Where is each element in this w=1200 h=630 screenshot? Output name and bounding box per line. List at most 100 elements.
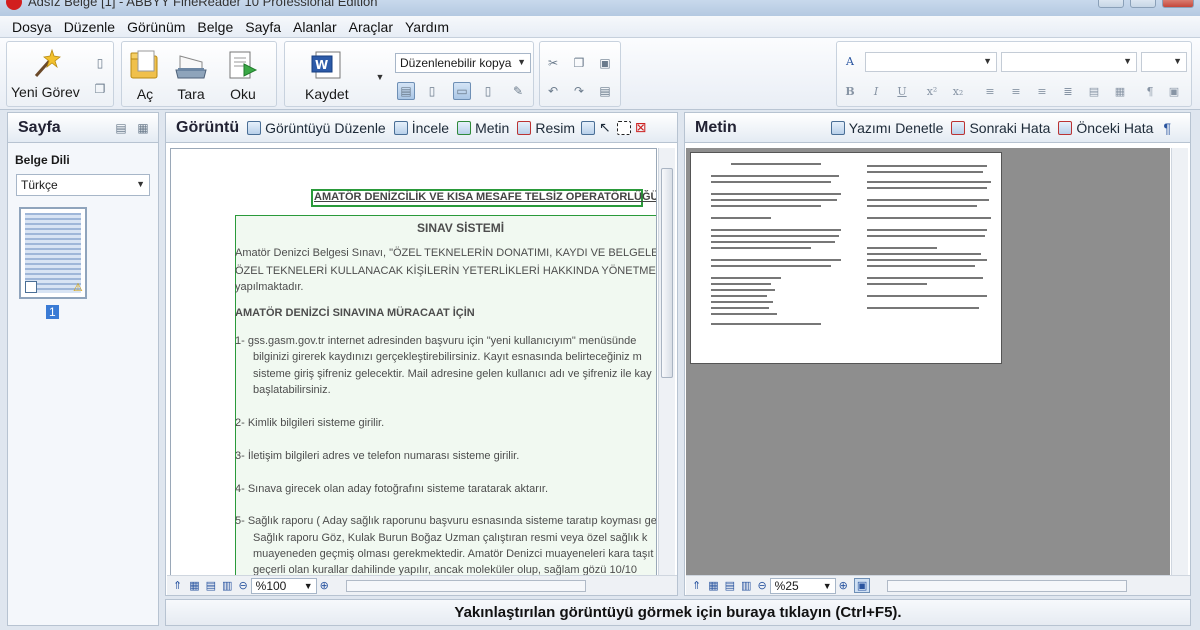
- page-image-view[interactable]: AMATÖR DENİZCİLİK VE KISA MESAFE TELSİZ …: [170, 148, 657, 576]
- justify-icon[interactable]: ≣: [1059, 82, 1077, 100]
- select-area-tool[interactable]: [616, 120, 631, 135]
- menu-edit[interactable]: Düzenle: [58, 19, 121, 35]
- text-area-tool[interactable]: Metin: [457, 120, 509, 136]
- chevron-down-icon: ▼: [1173, 56, 1182, 66]
- menu-areas[interactable]: Alanlar: [287, 19, 343, 35]
- document-icon[interactable]: ▯: [91, 54, 109, 72]
- close-button[interactable]: [1162, 0, 1194, 8]
- image-scroll-thumb[interactable]: [661, 168, 673, 378]
- zoom-in-icon[interactable]: ⊕: [320, 579, 329, 592]
- spell-check-button[interactable]: Yazımı Denetle: [830, 120, 943, 136]
- doc-paragraph-line: yapılmaktadır.: [235, 281, 304, 293]
- scan-button[interactable]: Tara: [174, 48, 208, 102]
- font-scale-select[interactable]: ▼: [1141, 52, 1187, 72]
- actual-size-icon[interactable]: ▥: [741, 579, 751, 592]
- plain-page-icon[interactable]: ▯: [423, 82, 441, 100]
- chevron-down-icon: ▼: [1123, 56, 1132, 66]
- fit-width-icon[interactable]: ▤: [725, 579, 735, 592]
- page-export-icon[interactable]: ▦: [134, 119, 152, 137]
- menu-view[interactable]: Görünüm: [121, 19, 191, 35]
- italic-icon[interactable]: I: [867, 82, 885, 100]
- edit-image-icon: [247, 120, 262, 135]
- paragraph-icon[interactable]: ¶: [1141, 82, 1159, 100]
- align-right-icon[interactable]: ≡: [1033, 82, 1051, 100]
- edit-image-tool[interactable]: Görüntüyü Düzenle: [247, 120, 386, 136]
- image-panel-title: Görüntü: [176, 118, 240, 136]
- indent-icon[interactable]: ▤: [1085, 82, 1103, 100]
- align-center-icon[interactable]: ≡: [1007, 82, 1025, 100]
- single-page-icon[interactable]: ▭: [453, 82, 471, 100]
- recognized-page[interactable]: [690, 152, 1002, 364]
- inspect-icon: [393, 120, 408, 135]
- menu-page[interactable]: Sayfa: [239, 19, 287, 35]
- text-zoom-select[interactable]: %25 ▼: [769, 577, 836, 594]
- align-left-icon[interactable]: ≡: [981, 82, 999, 100]
- table-icon[interactable]: ▦: [1111, 82, 1129, 100]
- select-pointer-tool[interactable]: ↖: [599, 119, 611, 136]
- fit-page-icon[interactable]: ▦: [189, 579, 199, 592]
- collapse-icon[interactable]: ⇑: [692, 579, 701, 592]
- text-horizontal-scrollbar[interactable]: [887, 579, 1128, 592]
- font-style-icon[interactable]: A: [841, 52, 859, 70]
- sync-view-icon[interactable]: ▣: [853, 578, 871, 593]
- image-horizontal-scrollbar[interactable]: [345, 579, 586, 592]
- collapse-icon[interactable]: ⇑: [173, 579, 182, 592]
- subscript-icon[interactable]: x₂: [949, 82, 967, 100]
- doc-list-line: bilginizi girerek kaydınızı gerçekleştir…: [253, 351, 642, 363]
- fit-page-icon[interactable]: ▦: [708, 579, 718, 592]
- menu-file[interactable]: Dosya: [6, 19, 58, 35]
- minimize-button[interactable]: [1098, 0, 1124, 8]
- doc-list-line: sisteme giriş şifreniz gelecektir. Mail …: [253, 368, 652, 380]
- clipboard-icon[interactable]: ▤: [596, 82, 614, 100]
- save-format-select[interactable]: Düzenlenebilir kopya ▼: [395, 53, 531, 73]
- previous-error-button[interactable]: Önceki Hata: [1058, 120, 1153, 136]
- paste-icon[interactable]: ▣: [596, 54, 614, 72]
- pilcrow-icon[interactable]: ¶: [1163, 120, 1171, 136]
- picture-icon[interactable]: ▣: [1165, 82, 1183, 100]
- document-language-select[interactable]: Türkçe ▼: [16, 174, 150, 196]
- document-heading: AMATÖR DENİZCİLİK VE KISA MESAFE TELSİZ …: [314, 191, 657, 203]
- picture-area-tool[interactable]: Resim: [517, 120, 575, 136]
- redo-icon[interactable]: ↷: [570, 82, 588, 100]
- font-size-select[interactable]: ▼: [1001, 52, 1137, 72]
- actual-size-icon[interactable]: ▥: [222, 579, 232, 592]
- wrench-icon[interactable]: ✎: [509, 82, 527, 100]
- new-task-button[interactable]: Yeni Görev: [11, 46, 80, 100]
- read-button[interactable]: Oku: [226, 48, 260, 102]
- underline-icon[interactable]: U: [893, 82, 911, 100]
- cut-icon[interactable]: ✂: [544, 54, 562, 72]
- menu-document[interactable]: Belge: [191, 19, 239, 35]
- page-options-icon[interactable]: ▤: [112, 119, 130, 137]
- recognized-text-view[interactable]: [686, 148, 1170, 576]
- menu-help[interactable]: Yardım: [399, 19, 455, 35]
- image-vertical-scrollbar[interactable]: [658, 148, 675, 576]
- undo-icon[interactable]: ↶: [544, 82, 562, 100]
- zoom-in-icon[interactable]: ⊕: [839, 579, 848, 592]
- text-vertical-scrollbar[interactable]: [1171, 148, 1188, 576]
- bold-icon[interactable]: B: [841, 82, 859, 100]
- zoom-hint-bar[interactable]: Yakınlaştırılan görüntüyü görmek için bu…: [165, 599, 1191, 626]
- delete-area-tool[interactable]: ⊠: [635, 119, 647, 136]
- doc-subheading: AMATÖR DENİZCİ SINAVINA MÜRACAAT İÇİN: [235, 307, 475, 319]
- next-error-button[interactable]: Sonraki Hata: [951, 120, 1050, 136]
- superscript-icon[interactable]: x²: [923, 82, 941, 100]
- menu-tools[interactable]: Araçlar: [343, 19, 399, 35]
- font-name-select[interactable]: ▼: [865, 52, 997, 72]
- open-button[interactable]: Aç: [128, 48, 162, 102]
- fit-width-icon[interactable]: ▤: [206, 579, 216, 592]
- table-area-tool[interactable]: [581, 120, 595, 135]
- zoom-out-icon[interactable]: ⊖: [757, 579, 766, 592]
- copy-icon[interactable]: ❐: [570, 54, 588, 72]
- app-logo-icon: [6, 0, 22, 10]
- layout-mode-icon[interactable]: ▤: [397, 82, 415, 100]
- zoom-out-icon[interactable]: ⊖: [238, 579, 247, 592]
- save-button[interactable]: W Kaydet: [305, 48, 349, 102]
- blank-page-icon[interactable]: ▯: [479, 82, 497, 100]
- maximize-button[interactable]: [1130, 0, 1156, 8]
- copy-doc-icon[interactable]: ❐: [91, 80, 109, 98]
- word-document-icon: W: [310, 48, 344, 82]
- page-thumbnail[interactable]: ⚠: [19, 207, 87, 299]
- inspect-tool[interactable]: İncele: [393, 120, 449, 136]
- image-zoom-select[interactable]: %100 ▼: [250, 577, 317, 594]
- save-options-chevron-icon[interactable]: ▼: [371, 68, 389, 86]
